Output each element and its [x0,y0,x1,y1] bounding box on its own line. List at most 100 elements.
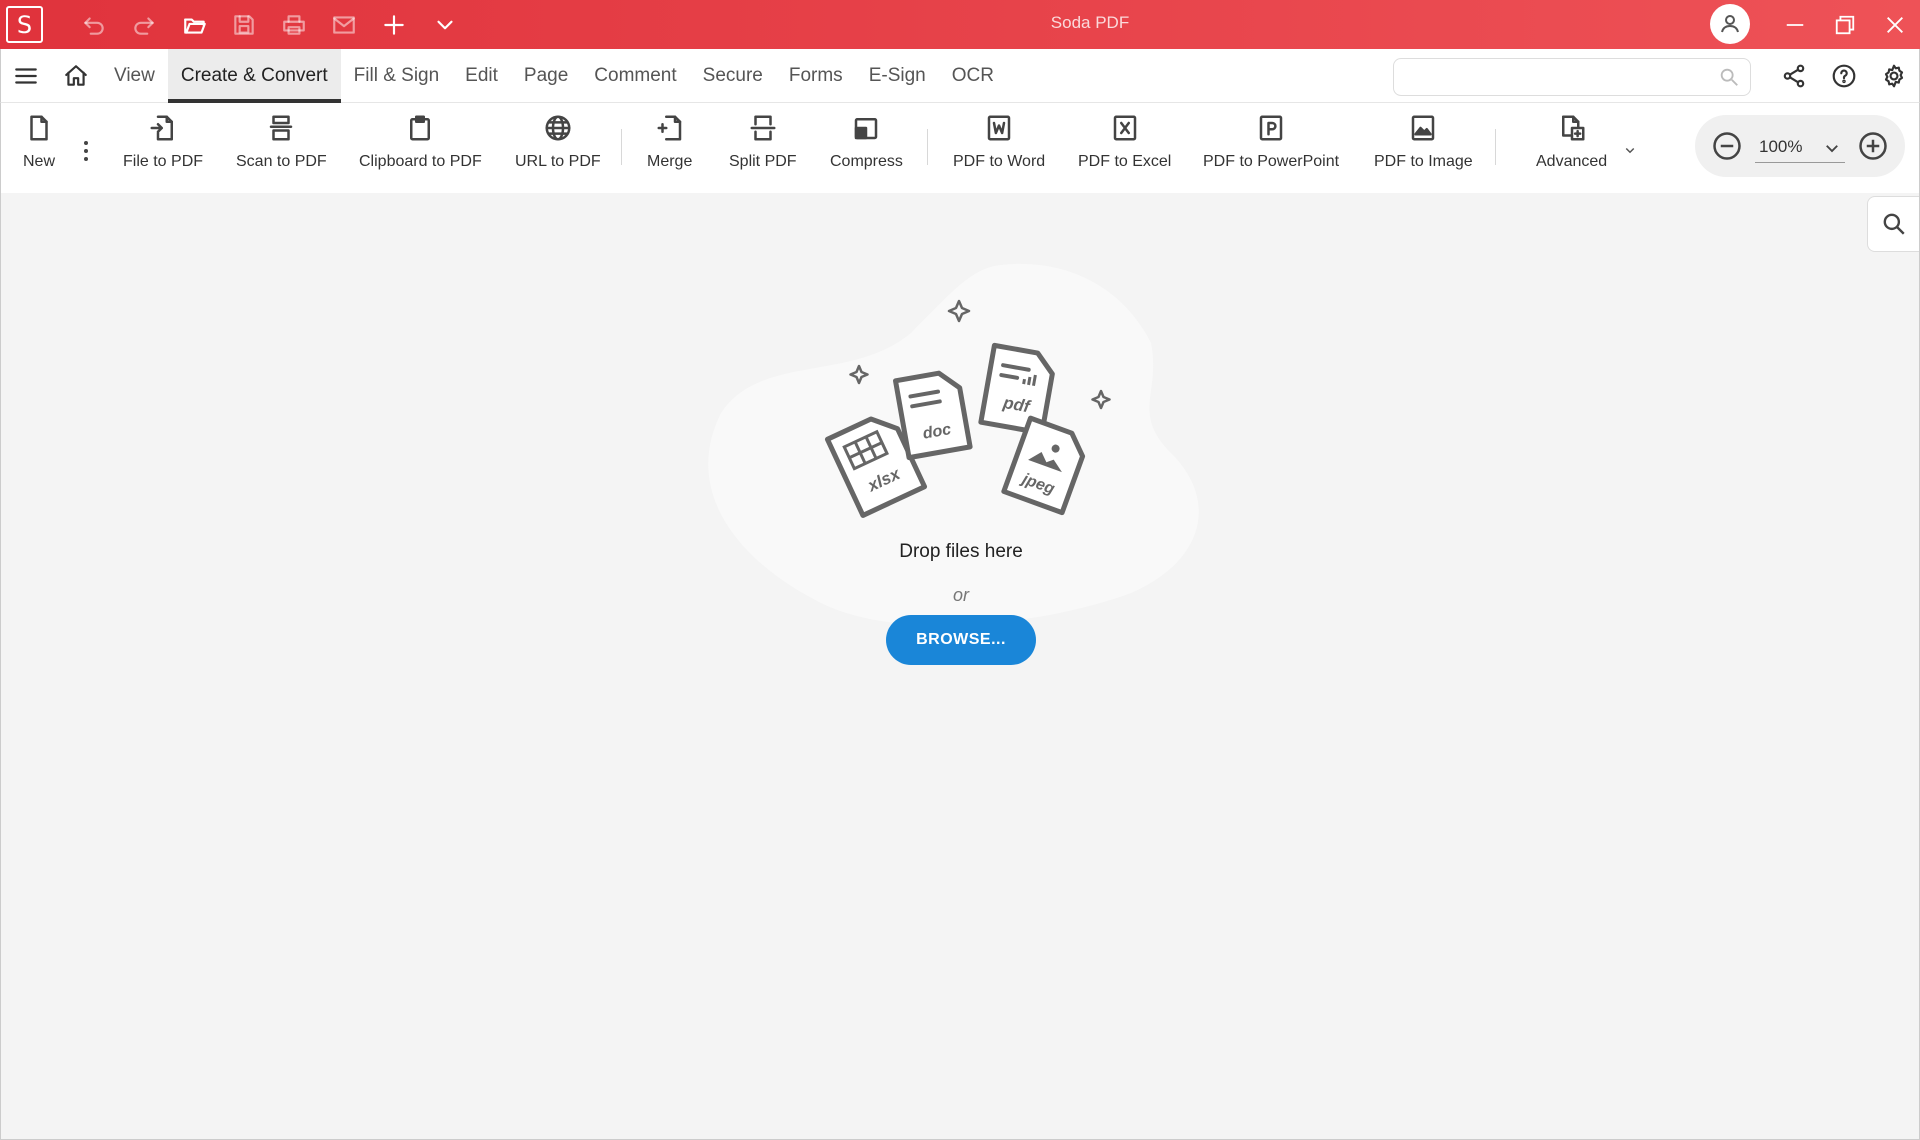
drop-files-text: Drop files here [899,541,1023,562]
minimize-icon [1786,24,1804,26]
redo-button[interactable] [128,9,160,41]
save-button[interactable] [228,9,260,41]
globe-icon [543,113,573,143]
file-to-pdf-button[interactable]: File to PDF [123,113,203,185]
new-label: New [23,153,56,170]
gear-icon [1884,64,1904,88]
ribbon-tabs: View Create & Convert Fill & Sign Edit P… [101,49,1007,103]
close-icon [1887,17,1903,33]
print-icon [283,15,305,35]
advanced-button[interactable]: Advanced [1536,113,1607,185]
minimize-button[interactable] [1778,8,1812,42]
pdf-to-powerpoint-button[interactable]: PDF to PowerPoint [1203,113,1339,185]
tab-ocr[interactable]: OCR [939,49,1007,103]
tab-forms[interactable]: Forms [776,49,856,103]
home-button[interactable] [61,61,91,91]
search-icon[interactable] [1718,66,1740,88]
side-search-button[interactable] [1867,196,1919,252]
app-logo[interactable]: S [6,6,43,43]
user-account-button[interactable] [1710,4,1750,44]
tab-view[interactable]: View [101,49,168,103]
print-button[interactable] [278,9,310,41]
new-button[interactable]: New [23,113,55,185]
url-to-pdf-button[interactable]: URL to PDF [515,113,601,185]
compress-label: Compress [830,153,903,170]
chevron-down-icon [1823,139,1841,157]
share-button[interactable] [1779,61,1809,91]
user-icon [1721,15,1739,33]
hamburger-menu-button[interactable] [11,61,41,91]
zoom-in-icon [1859,132,1887,160]
browse-button[interactable]: BROWSE... [886,615,1036,665]
zoom-level-select[interactable]: 100% [1755,137,1845,163]
search-box [1393,58,1751,96]
compress-icon [851,113,881,143]
split-icon [748,113,778,143]
redo-icon [134,17,154,35]
tab-comment[interactable]: Comment [581,49,689,103]
zoom-out-button[interactable] [1711,130,1743,162]
new-quick-button[interactable] [378,9,410,41]
ribbon-toolbar: New File to PDF Scan to PDF Clipboard to… [0,103,1920,193]
open-folder-icon [184,18,206,34]
tab-edit[interactable]: Edit [452,49,511,103]
scan-to-pdf-button[interactable]: Scan to PDF [236,113,327,185]
pdf-to-word-label: PDF to Word [953,153,1046,170]
mail-button[interactable] [328,9,360,41]
zoom-out-icon [1713,132,1741,160]
file-to-pdf-label: File to PDF [123,153,204,170]
tab-secure[interactable]: Secure [690,49,776,103]
settings-button[interactable] [1879,61,1909,91]
customize-quick-access-button[interactable] [429,9,461,41]
app-logo-letter: S [16,10,33,39]
tab-page[interactable]: Page [511,49,581,103]
ribbon-separator [621,129,622,165]
title-bar: S Soda PDF [0,0,1920,49]
help-button[interactable] [1829,61,1859,91]
image-icon [1408,113,1438,143]
pdf-to-excel-button[interactable]: PDF to Excel [1078,113,1171,185]
chevron-down-icon [437,20,453,30]
excel-icon [1110,113,1140,143]
clipboard-to-pdf-button[interactable]: Clipboard to PDF [359,113,482,185]
tab-fill-sign[interactable]: Fill & Sign [341,49,453,103]
advanced-dropdown-button[interactable] [1621,141,1639,159]
zoom-in-button[interactable] [1857,130,1889,162]
ribbon-separator [927,129,928,165]
drop-zone[interactable]: xlsx doc pdf jpeg Drop files here or BRO… [701,263,1221,743]
split-pdf-button[interactable]: Split PDF [729,113,797,185]
new-document-icon [24,113,54,143]
ribbon-separator [1495,129,1496,165]
home-icon [65,65,87,86]
tab-e-sign[interactable]: E-Sign [856,49,939,103]
open-button[interactable] [179,9,211,41]
pdf-to-excel-label: PDF to Excel [1078,153,1172,170]
mail-icon [333,16,355,34]
tab-create-convert[interactable]: Create & Convert [167,49,341,103]
close-button[interactable] [1878,8,1912,42]
hamburger-icon [15,68,37,84]
document-area: xlsx doc pdf jpeg Drop files here or BRO… [0,193,1920,1140]
word-icon [984,113,1014,143]
merge-button[interactable]: Merge [647,113,692,185]
pdf-to-word-button[interactable]: PDF to Word [953,113,1045,185]
pdf-to-image-button[interactable]: PDF to Image [1374,113,1473,185]
help-icon [1832,64,1856,88]
search-icon [1883,213,1905,235]
more-options-icon[interactable] [81,139,91,163]
chevron-down-icon [1625,147,1635,154]
pdf-file-icon: pdf [978,342,1055,436]
menu-bar: View Create & Convert Fill & Sign Edit P… [0,49,1920,103]
pdf-to-image-label: PDF to Image [1374,153,1473,170]
compress-button[interactable]: Compress [830,113,903,185]
url-to-pdf-label: URL to PDF [515,153,601,170]
plus-icon [384,15,404,35]
undo-button[interactable] [78,9,110,41]
restore-button[interactable] [1828,8,1862,42]
file-to-pdf-icon [148,113,178,143]
zoom-panel: 100% [1695,115,1905,177]
split-pdf-label: Split PDF [729,153,797,170]
search-input[interactable] [1404,59,1704,93]
powerpoint-icon [1256,113,1286,143]
file-types-illustration: xlsx doc pdf jpeg [708,263,1199,626]
